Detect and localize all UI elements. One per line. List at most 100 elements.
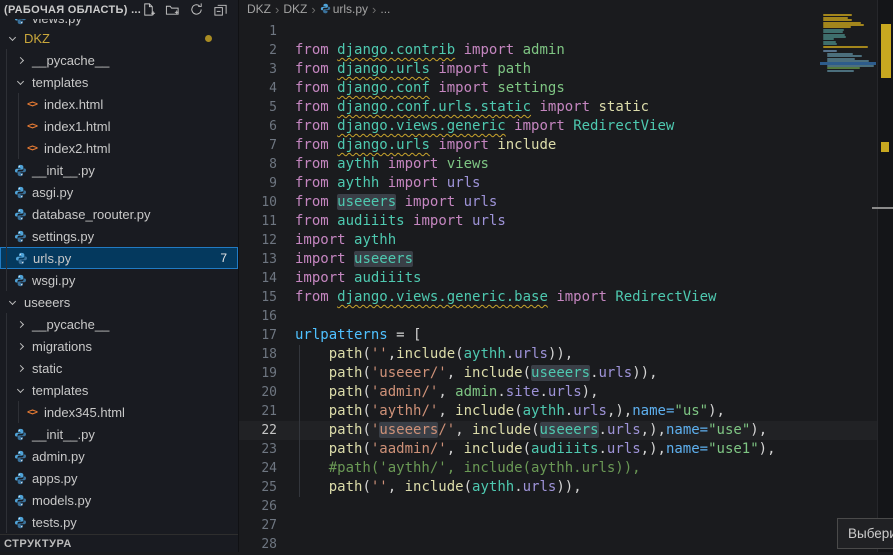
tree-item-templates[interactable]: templates: [0, 379, 238, 401]
tree-item-__pycache__[interactable]: __pycache__: [0, 49, 238, 71]
line-number: 6: [239, 117, 277, 136]
line-number: 2: [239, 41, 277, 60]
line-number: 17: [239, 326, 277, 345]
line-number: 10: [239, 193, 277, 212]
code-line-18[interactable]: 18 path('',include(aythh.urls)),: [239, 345, 893, 364]
code-line-16[interactable]: 16: [239, 307, 893, 326]
tree-item-index.html[interactable]: <>index.html: [0, 93, 238, 115]
code-line-24[interactable]: 24 #path('aythh/', include(aythh.urls)),: [239, 459, 893, 478]
code-line-27[interactable]: 27: [239, 516, 893, 535]
tree-item-static[interactable]: static: [0, 357, 238, 379]
breadcrumb-item[interactable]: urls.py: [320, 2, 368, 16]
breadcrumb-item[interactable]: DKZ: [283, 2, 307, 16]
code-line-13[interactable]: 13import useeers: [239, 250, 893, 269]
problems-badge: 7: [220, 251, 227, 265]
tree-item-index2.html[interactable]: <>index2.html: [0, 137, 238, 159]
tree-item-index345.html[interactable]: <>index345.html: [0, 401, 238, 423]
code-line-15[interactable]: 15from django.views.generic.base import …: [239, 288, 893, 307]
tree-item-__init__.py[interactable]: __init__.py: [0, 159, 238, 181]
tree-item-useeers[interactable]: useeers: [0, 291, 238, 313]
chevron-down-icon: [12, 74, 28, 90]
line-content: from django.urls import path: [295, 60, 531, 79]
breadcrumb-item[interactable]: DKZ: [247, 2, 271, 16]
code-line-23[interactable]: 23 path('aadmin/', include(audiiits.urls…: [239, 440, 893, 459]
code-line-10[interactable]: 10from useeers import urls: [239, 193, 893, 212]
code-line-2[interactable]: 2 from django.contrib import admin: [239, 41, 893, 60]
breadcrumb-separator-icon: ›: [275, 2, 279, 17]
code-line-20[interactable]: 20 path('admin/', admin.site.urls),: [239, 383, 893, 402]
tree-item-index1.html[interactable]: <>index1.html: [0, 115, 238, 137]
python-file-icon: [12, 426, 28, 442]
code-line-22[interactable]: 22 path('useeers/', include(useeers.urls…: [239, 421, 893, 440]
code-line-12[interactable]: 12import aythh: [239, 231, 893, 250]
tree-item-__pycache__[interactable]: __pycache__: [0, 313, 238, 335]
tree-indent-guide: [18, 93, 19, 159]
python-file-icon: [12, 228, 28, 244]
line-content: path('admin/', admin.site.urls),: [295, 383, 599, 402]
line-number: 16: [239, 307, 277, 326]
breadcrumb-item[interactable]: ...: [380, 2, 390, 16]
outline-title: СТРУКТУРА: [4, 538, 72, 550]
breadcrumb-separator-icon: ›: [311, 2, 315, 17]
tree-item-apps.py[interactable]: apps.py: [0, 467, 238, 489]
code-line-8[interactable]: 8from aythh import views: [239, 155, 893, 174]
warning-marker: [881, 24, 891, 78]
tree-item-label: index1.html: [44, 119, 110, 134]
minimap[interactable]: [820, 2, 876, 142]
warning-marker: [881, 142, 889, 152]
line-content: path('useeers/', include(useeers.urls,),…: [295, 421, 767, 440]
tree-item-admin.py[interactable]: admin.py: [0, 445, 238, 467]
code-line-4[interactable]: 4from django.conf import settings: [239, 79, 893, 98]
new-folder-icon[interactable]: [165, 2, 180, 17]
tree-item-wsgi.py[interactable]: wsgi.py: [0, 269, 238, 291]
code-line-6[interactable]: 6from django.views.generic import Redire…: [239, 117, 893, 136]
tree-item-templates[interactable]: templates: [0, 71, 238, 93]
minimap-line: [827, 67, 860, 69]
line-content: from aythh import urls: [295, 174, 480, 193]
tree-item-urls.py[interactable]: urls.py 7: [0, 247, 238, 269]
code-line-9[interactable]: 9from aythh import urls: [239, 174, 893, 193]
refresh-icon[interactable]: [189, 2, 204, 17]
tree-item-__init__.py[interactable]: __init__.py: [0, 423, 238, 445]
chevron-right-icon: [12, 360, 28, 376]
code-line-21[interactable]: 21 path('aythh/', include(aythh.urls,),n…: [239, 402, 893, 421]
tree-item-label: urls.py: [33, 251, 71, 266]
html-file-icon: <>: [24, 96, 40, 112]
tree-item-label: static: [32, 361, 62, 376]
tree-item-asgi.py[interactable]: asgi.py: [0, 181, 238, 203]
python-file-icon: [13, 250, 29, 266]
code-line-11[interactable]: 11from audiiits import urls: [239, 212, 893, 231]
code-line-26[interactable]: 26: [239, 497, 893, 516]
code-line-14[interactable]: 14import audiiits: [239, 269, 893, 288]
tree-item-migrations[interactable]: migrations: [0, 335, 238, 357]
collapse-all-icon[interactable]: [213, 2, 228, 17]
line-number: 1: [239, 22, 277, 41]
explorer-section-header[interactable]: (РАБОЧАЯ ОБЛАСТЬ) ...: [0, 0, 238, 19]
line-content: import audiiits: [295, 269, 421, 288]
code-line-5[interactable]: 5from django.conf.urls.static import sta…: [239, 98, 893, 117]
tree-item-label: models.py: [32, 493, 91, 508]
tree-item-DKZ[interactable]: DKZ: [0, 27, 238, 49]
code-line-28[interactable]: 28: [239, 535, 893, 554]
tree-item-tests.py[interactable]: tests.py: [0, 511, 238, 533]
line-content: from django.urls import include: [295, 136, 556, 155]
tree-item-models.py[interactable]: models.py: [0, 489, 238, 511]
line-number: 8: [239, 155, 277, 174]
code-line-3[interactable]: 3from django.urls import path: [239, 60, 893, 79]
tree-item-label: __pycache__: [32, 53, 109, 68]
line-content: #path('aythh/', include(aythh.urls)),: [295, 459, 641, 478]
tree-item-database_roouter.py[interactable]: database_roouter.py: [0, 203, 238, 225]
overview-ruler[interactable]: [877, 0, 893, 552]
code-line-17[interactable]: 17urlpatterns = [: [239, 326, 893, 345]
tree-item-settings.py[interactable]: settings.py: [0, 225, 238, 247]
code-line-1[interactable]: 1: [239, 22, 893, 41]
code-line-19[interactable]: 19 path('useeer/', include(useeers.urls)…: [239, 364, 893, 383]
code-line-25[interactable]: 25 path('', include(aythh.urls)),: [239, 478, 893, 497]
outline-section-header[interactable]: СТРУКТУРА: [0, 534, 238, 552]
new-file-icon[interactable]: [141, 2, 156, 17]
minimap-line: [823, 19, 852, 21]
line-number: 28: [239, 535, 277, 554]
code-line-7[interactable]: 7from django.urls import include: [239, 136, 893, 155]
line-content: import aythh: [295, 231, 396, 250]
line-content: from django.contrib import admin: [295, 41, 565, 60]
